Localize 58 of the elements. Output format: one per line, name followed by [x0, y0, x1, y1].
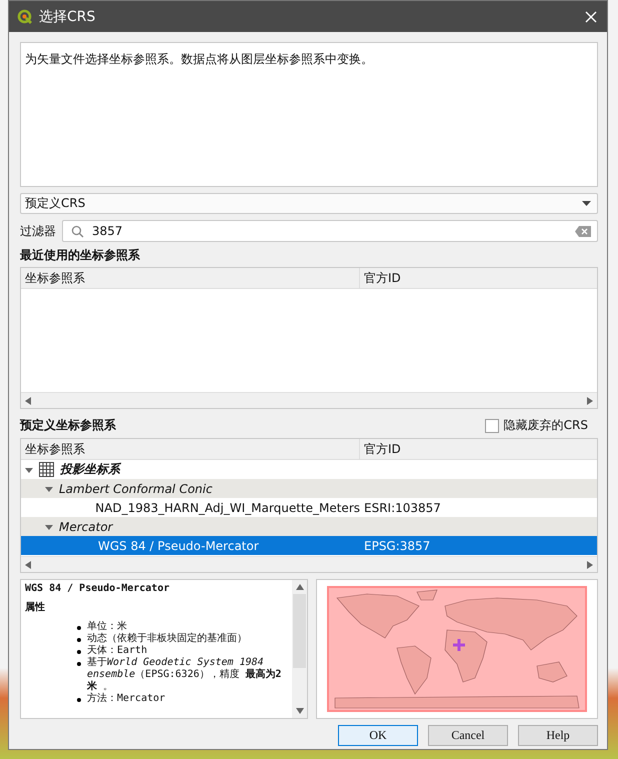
- window-title: 选择CRS: [39, 8, 96, 26]
- horizontal-scrollbar[interactable]: [21, 556, 597, 572]
- tree-row[interactable]: Mercator: [21, 517, 597, 536]
- column-header[interactable]: 官方ID: [360, 268, 597, 288]
- tree-row[interactable]: WGS 84 / Pseudo-Mercator EPSG:3857: [21, 536, 597, 555]
- source-dropdown[interactable]: 预定义CRS: [20, 193, 598, 214]
- tree-row[interactable]: 投影坐标系: [21, 460, 597, 479]
- bullet-icon: [77, 650, 81, 654]
- crs-name: Mercator: [59, 520, 113, 534]
- description-text: 为矢量文件选择坐标参照系。数据点将从图层坐标参照系中变换。: [25, 52, 373, 66]
- scroll-right-icon[interactable]: [587, 396, 593, 404]
- crs-title: WGS 84 / Pseudo-Mercator: [25, 583, 170, 595]
- caret-icon[interactable]: [45, 522, 53, 530]
- property-text: 基于World Geodetic System 1984 ensemble（EPSG:6326），精度 最高为2米 。: [87, 657, 282, 692]
- scroll-down-icon[interactable]: [296, 708, 304, 714]
- column-header[interactable]: 官方ID: [360, 439, 597, 459]
- dialog-button[interactable]: OK: [338, 725, 418, 746]
- tree-row[interactable]: Lambert Conformal Conic: [21, 479, 597, 498]
- property-text: 单位：米: [87, 621, 127, 632]
- column-header[interactable]: 坐标参照系: [21, 268, 360, 288]
- crs-id: EPSG:3857: [364, 538, 430, 552]
- column-header[interactable]: 坐标参照系: [21, 439, 360, 459]
- bullet-icon: [77, 626, 81, 630]
- close-icon[interactable]: [585, 10, 597, 22]
- dropdown-arrow-icon: [582, 201, 591, 206]
- horizontal-scrollbar[interactable]: [21, 392, 597, 408]
- crs-name: Lambert Conformal Conic: [59, 482, 212, 496]
- bullet-icon: [77, 698, 81, 702]
- caret-icon[interactable]: [25, 466, 33, 474]
- crs-name: NAD_1983_HARN_Adj_WI_Marquette_Meters: [95, 500, 360, 514]
- dialog-button[interactable]: Cancel: [428, 725, 508, 746]
- scroll-up-icon[interactable]: [296, 584, 304, 590]
- properties-heading: 属性: [25, 602, 46, 614]
- crs-id: ESRI:103857: [364, 500, 441, 514]
- property-text: 天体：Earth: [87, 645, 148, 656]
- logo-icon: [17, 8, 33, 24]
- bullet-icon: [77, 638, 81, 642]
- property-text: 方法：Mercator: [87, 693, 166, 705]
- search-icon: [71, 224, 84, 238]
- scroll-right-icon[interactable]: [587, 560, 593, 568]
- filter-field[interactable]: 3857: [62, 220, 598, 242]
- section-title: 预定义坐标参照系: [20, 417, 116, 434]
- scroll-left-icon[interactable]: [25, 560, 31, 568]
- tree-row[interactable]: NAD_1983_HARN_Adj_WI_Marquette_Meters ESRI:103857: [21, 498, 597, 517]
- hide-deprecated-checkbox[interactable]: 隐藏废弃的CRS: [484, 417, 588, 434]
- crs-name: WGS 84 / Pseudo-Mercator: [98, 538, 259, 552]
- section-title: 最近使用的坐标参照系: [20, 247, 141, 264]
- crs-name: 投影坐标系: [60, 461, 120, 478]
- vertical-scrollbar[interactable]: [292, 580, 307, 718]
- bullet-icon: [77, 662, 81, 666]
- grid-icon: [39, 462, 54, 477]
- caret-icon[interactable]: [45, 484, 53, 492]
- clear-icon[interactable]: [575, 226, 591, 236]
- dialog-button[interactable]: Help: [518, 725, 598, 746]
- filter-label: 过滤器: [20, 222, 56, 240]
- location-marker-icon: [453, 639, 465, 651]
- scroll-left-icon[interactable]: [25, 396, 31, 404]
- property-text: 动态（依赖于非板块固定的基准面）: [87, 633, 247, 645]
